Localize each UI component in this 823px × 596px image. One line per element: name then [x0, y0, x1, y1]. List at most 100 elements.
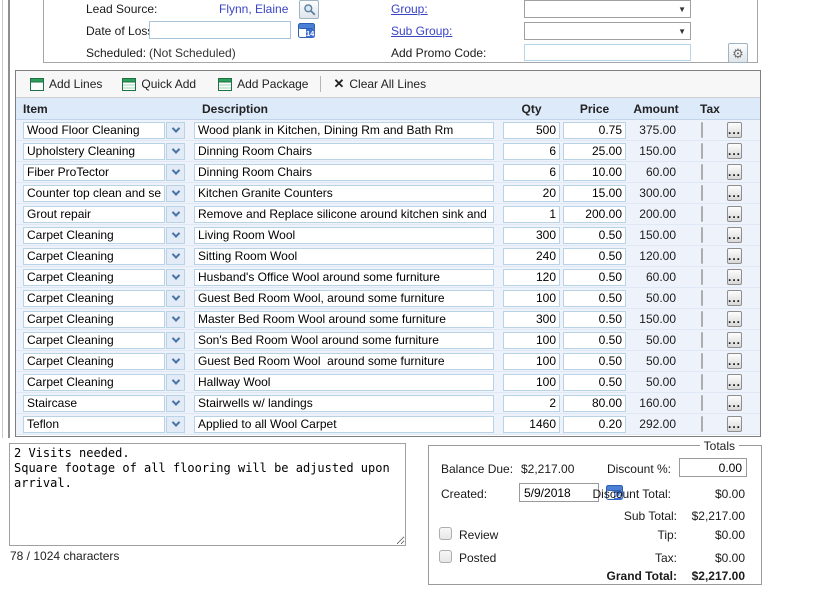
row-options-button[interactable]: ...	[727, 395, 742, 411]
qty-input[interactable]	[503, 143, 560, 160]
qty-input[interactable]	[503, 248, 560, 265]
tax-checkbox[interactable]	[701, 353, 703, 369]
item-input[interactable]	[23, 185, 165, 202]
add-package-button[interactable]: Add Package	[212, 75, 314, 93]
item-dropdown-button[interactable]	[166, 353, 185, 370]
promo-settings-button[interactable]: ⚙	[728, 43, 748, 63]
description-input[interactable]	[194, 206, 494, 223]
item-dropdown-button[interactable]	[166, 269, 185, 286]
item-input[interactable]	[23, 374, 165, 391]
price-input[interactable]	[563, 227, 626, 244]
item-input[interactable]	[23, 353, 165, 370]
qty-input[interactable]	[503, 395, 560, 412]
price-input[interactable]	[563, 290, 626, 307]
tax-checkbox[interactable]	[701, 206, 703, 222]
qty-input[interactable]	[503, 311, 560, 328]
qty-input[interactable]	[503, 185, 560, 202]
description-input[interactable]	[194, 122, 494, 139]
lead-source-value-link[interactable]: Flynn, Elaine	[219, 2, 288, 16]
item-dropdown-button[interactable]	[166, 311, 185, 328]
group-link[interactable]: Group:	[391, 2, 428, 16]
price-input[interactable]	[563, 311, 626, 328]
tax-checkbox[interactable]	[701, 143, 703, 159]
item-input[interactable]	[23, 164, 165, 181]
tax-checkbox[interactable]	[701, 374, 703, 390]
description-input[interactable]	[194, 164, 494, 181]
item-dropdown-button[interactable]	[166, 395, 185, 412]
price-input[interactable]	[563, 164, 626, 181]
description-input[interactable]	[194, 290, 494, 307]
qty-input[interactable]	[503, 332, 560, 349]
row-options-button[interactable]: ...	[727, 122, 742, 138]
notes-textarea[interactable]: 2 Visits needed. Square footage of all f…	[9, 443, 406, 546]
row-options-button[interactable]: ...	[727, 290, 742, 306]
tax-checkbox[interactable]	[701, 248, 703, 264]
item-dropdown-button[interactable]	[166, 290, 185, 307]
qty-input[interactable]	[503, 122, 560, 139]
description-input[interactable]	[194, 374, 494, 391]
description-input[interactable]	[194, 332, 494, 349]
description-input[interactable]	[194, 311, 494, 328]
qty-input[interactable]	[503, 353, 560, 370]
item-dropdown-button[interactable]	[166, 332, 185, 349]
description-input[interactable]	[194, 395, 494, 412]
tax-checkbox[interactable]	[701, 416, 703, 432]
row-options-button[interactable]: ...	[727, 185, 742, 201]
price-input[interactable]	[563, 332, 626, 349]
item-dropdown-button[interactable]	[166, 185, 185, 202]
row-options-button[interactable]: ...	[727, 332, 742, 348]
row-options-button[interactable]: ...	[727, 269, 742, 285]
price-input[interactable]	[563, 143, 626, 160]
item-input[interactable]	[23, 416, 165, 433]
item-dropdown-button[interactable]	[166, 416, 185, 433]
item-input[interactable]	[23, 332, 165, 349]
row-options-button[interactable]: ...	[727, 143, 742, 159]
tax-checkbox[interactable]	[701, 185, 703, 201]
date-of-loss-input[interactable]	[149, 21, 291, 39]
description-input[interactable]	[194, 269, 494, 286]
qty-input[interactable]	[503, 416, 560, 433]
lead-source-search-button[interactable]	[299, 0, 319, 19]
description-input[interactable]	[194, 185, 494, 202]
row-options-button[interactable]: ...	[727, 206, 742, 222]
row-options-button[interactable]: ...	[727, 248, 742, 264]
created-date-input[interactable]	[519, 483, 599, 502]
item-dropdown-button[interactable]	[166, 227, 185, 244]
price-input[interactable]	[563, 416, 626, 433]
tax-checkbox[interactable]	[701, 227, 703, 243]
item-input[interactable]	[23, 143, 165, 160]
tax-checkbox[interactable]	[701, 290, 703, 306]
item-dropdown-button[interactable]	[166, 143, 185, 160]
item-input[interactable]	[23, 311, 165, 328]
tax-checkbox[interactable]	[701, 332, 703, 348]
price-input[interactable]	[563, 374, 626, 391]
description-input[interactable]	[194, 416, 494, 433]
qty-input[interactable]	[503, 227, 560, 244]
price-input[interactable]	[563, 395, 626, 412]
item-dropdown-button[interactable]	[166, 374, 185, 391]
add-lines-button[interactable]: Add Lines	[24, 75, 108, 93]
tax-checkbox[interactable]	[701, 164, 703, 180]
item-input[interactable]	[23, 290, 165, 307]
price-input[interactable]	[563, 206, 626, 223]
item-input[interactable]	[23, 248, 165, 265]
item-input[interactable]	[23, 122, 165, 139]
row-options-button[interactable]: ...	[727, 374, 742, 390]
item-dropdown-button[interactable]	[166, 122, 185, 139]
row-options-button[interactable]: ...	[727, 353, 742, 369]
item-input[interactable]	[23, 395, 165, 412]
promo-code-input[interactable]	[524, 44, 691, 61]
row-options-button[interactable]: ...	[727, 416, 742, 432]
qty-input[interactable]	[503, 269, 560, 286]
qty-input[interactable]	[503, 164, 560, 181]
item-dropdown-button[interactable]	[166, 248, 185, 265]
tax-checkbox[interactable]	[701, 395, 703, 411]
description-input[interactable]	[194, 143, 494, 160]
discount-pct-input[interactable]	[679, 458, 747, 477]
qty-input[interactable]	[503, 290, 560, 307]
tax-checkbox[interactable]	[701, 122, 703, 138]
item-input[interactable]	[23, 227, 165, 244]
price-input[interactable]	[563, 248, 626, 265]
quick-add-button[interactable]: Quick Add	[116, 75, 202, 93]
group-select[interactable]: ▼	[524, 0, 691, 18]
